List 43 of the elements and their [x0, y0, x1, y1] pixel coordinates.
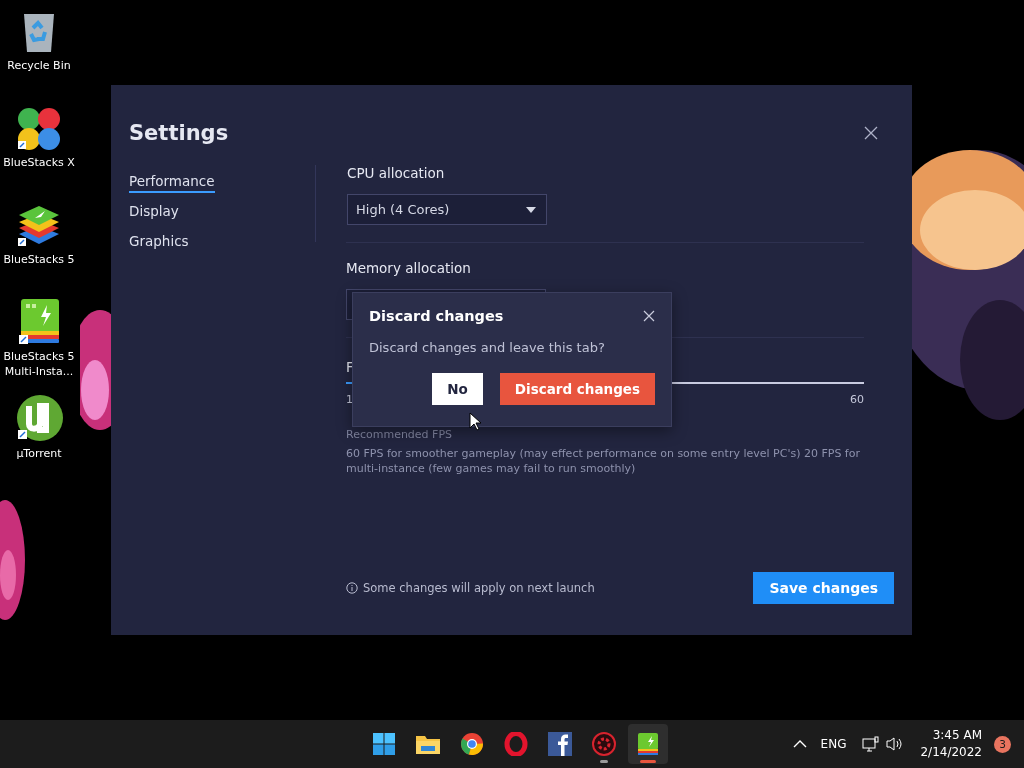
language-indicator[interactable]: ENG [820, 737, 847, 751]
windows-logo-icon[interactable] [372, 732, 396, 756]
clover-icon [15, 107, 63, 151]
desktop-icon-label[interactable]: BlueStacks 5 Multi-Insta... [0, 349, 78, 379]
info-icon [346, 582, 358, 594]
hint-title: Recommended FPS [346, 428, 454, 441]
desktop-icon-label[interactable]: BlueStacks 5 [3, 252, 75, 267]
sidebar-tab[interactable]: Graphics [129, 233, 189, 253]
desktop-icon-label[interactable]: Recycle Bin [7, 58, 71, 73]
clock-date[interactable]: 2/14/2022 [920, 744, 982, 761]
close-icon[interactable] [643, 310, 655, 322]
clock-time[interactable]: 3:45 AM [932, 727, 982, 744]
folder-icon[interactable] [415, 733, 441, 755]
sidebar-tab[interactable]: Display [129, 203, 179, 223]
no-button[interactable]: No [432, 373, 483, 405]
close-icon[interactable] [864, 126, 878, 140]
browser-icon[interactable] [460, 732, 484, 756]
note-text: Some changes will apply on next launch [363, 581, 595, 595]
window-title: Settings [129, 121, 229, 145]
cpu-dropdown[interactable]: High (4 Cores) [347, 194, 547, 225]
app-window-icon[interactable] [637, 732, 659, 756]
caret-icon [526, 206, 536, 213]
field-label: Memory allocation [346, 260, 472, 276]
chevron-up-icon[interactable] [792, 740, 807, 748]
volume-icon[interactable] [886, 736, 905, 752]
app-window-icon [17, 297, 61, 345]
dialog-message: Discard changes and leave this tab? [369, 340, 606, 355]
slider-min-label: 1 [346, 393, 353, 406]
sidebar-tab[interactable]: Performance [129, 173, 215, 193]
monitor-icon[interactable] [862, 736, 881, 752]
discard-button[interactable]: Discard changes [499, 373, 655, 405]
dialog-title: Discard changes [369, 308, 504, 324]
desktop-icon-label[interactable]: µTorrent [16, 446, 62, 461]
cursor-icon [469, 412, 481, 431]
facebook-icon[interactable] [548, 732, 572, 756]
desktop-icon-label[interactable]: BlueStacks X [3, 155, 75, 170]
taskbar-button[interactable] [628, 724, 668, 764]
field-label: CPU allocation [347, 165, 446, 181]
torrent-icon [15, 394, 63, 442]
slider-max-label: 60 [850, 393, 864, 406]
hint-text: 60 FPS for smoother gameplay (may effect performance on some entry level PC's) 20 FPS for multi-instance (few games may fail to run smoothly) [346, 446, 861, 476]
notification-badge[interactable]: 3 [994, 735, 1011, 753]
ring-icon[interactable] [504, 732, 528, 756]
